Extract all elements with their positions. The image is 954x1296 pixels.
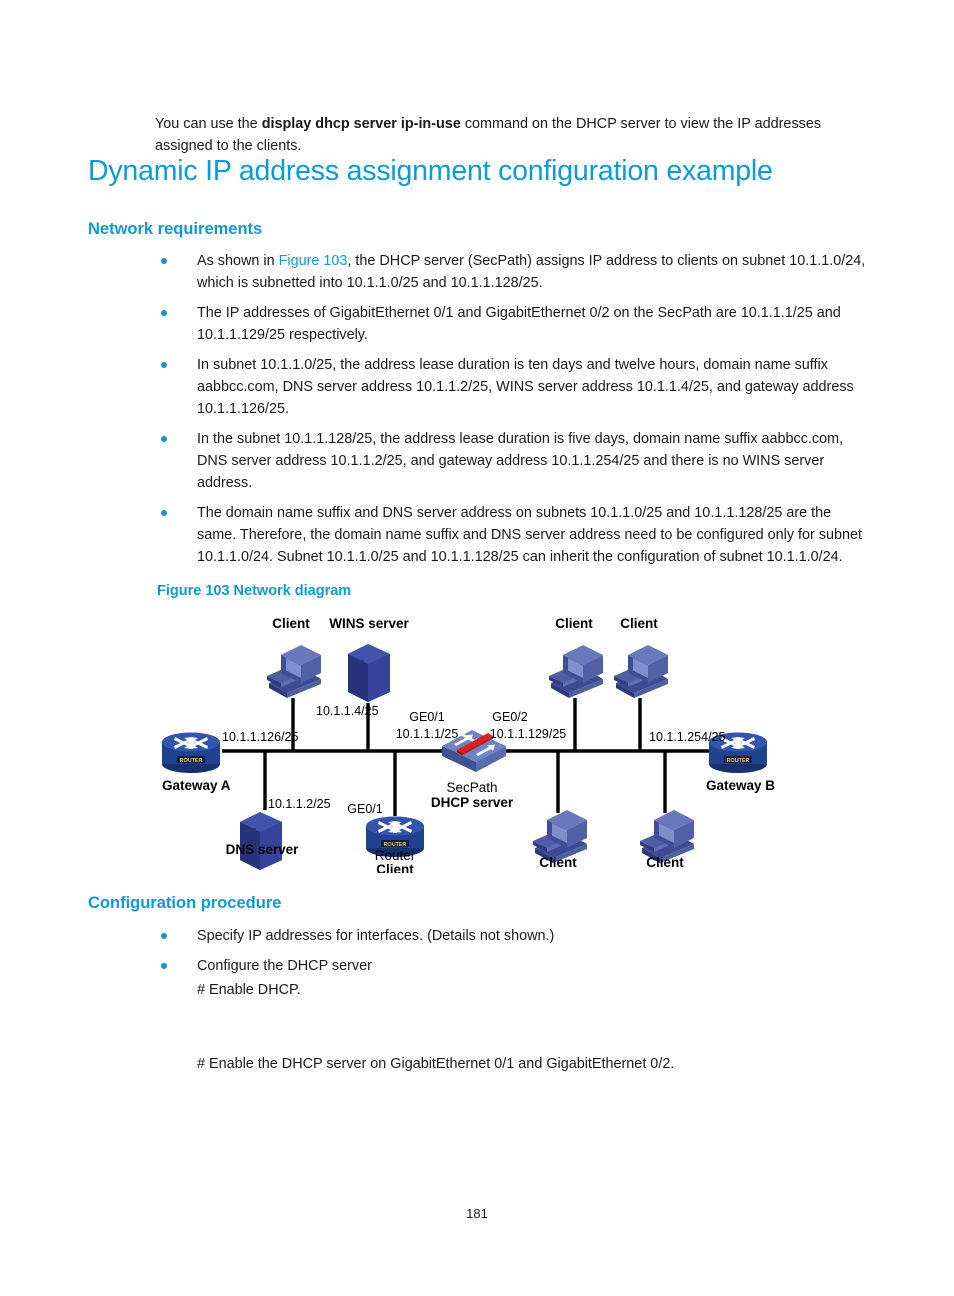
requirement-text: In the subnet 10.1.1.128/25, the address…: [197, 431, 844, 491]
label-wins-server: WINS server: [329, 616, 409, 631]
section-heading-configuration-procedure: Configuration procedure: [88, 894, 282, 912]
figure-caption: Figure 103 Network diagram: [157, 583, 352, 599]
bullet-dot-icon: [161, 436, 167, 442]
requirement-text: The IP addresses of GigabitEthernet 0/1 …: [197, 305, 841, 343]
device-dns-server: [240, 812, 282, 870]
label-ge01-name: GE0/1: [409, 710, 444, 724]
label-router-client-line1: Router: [375, 848, 416, 863]
label-ge02-ip: 10.1.1.129/25: [490, 727, 567, 741]
page-title: Dynamic IP address assignment configurat…: [88, 155, 773, 187]
intro-bold-command: display dhcp server ip-in-use: [261, 116, 461, 133]
bullet-dot-icon: [161, 963, 167, 969]
section-heading-network-requirements: Network requirements: [88, 220, 263, 238]
list-item: Specify IP addresses for interfaces. (De…: [152, 925, 866, 947]
procedure-step-text: Configure the DHCP server: [197, 958, 372, 974]
bullet-dot-icon: [161, 933, 167, 939]
label-gateway-a-ip: 10.1.1.126/25: [222, 730, 299, 744]
label-gateway-a: Gateway A: [162, 778, 231, 793]
intro-paragraph: You can use the display dhcp server ip-i…: [155, 113, 867, 157]
list-item: Configure the DHCP server: [152, 955, 866, 977]
device-client-top-right-1: [549, 645, 603, 698]
label-secpath-line1: SecPath: [446, 780, 497, 795]
command-comment-enable-ge: # Enable the DHCP server on GigabitEther…: [197, 1056, 675, 1072]
requirement-lead: As shown in: [197, 253, 279, 269]
label-client-top-right-2: Client: [620, 616, 658, 631]
list-item: The domain name suffix and DNS server ad…: [152, 502, 866, 568]
bullet-dot-icon: [161, 258, 167, 264]
device-wins-server: [348, 644, 390, 702]
document-page: You can use the display dhcp server ip-i…: [0, 0, 954, 1296]
label-gateway-b: Gateway B: [706, 778, 775, 793]
label-dns-server: DNS server: [226, 842, 300, 857]
label-gateway-b-ip: 10.1.1.254/25: [649, 730, 726, 744]
bullet-dot-icon: [161, 510, 167, 516]
list-item: The IP addresses of GigabitEthernet 0/1 …: [152, 302, 866, 346]
intro-text-before: You can use the: [155, 116, 262, 133]
label-dns-ip: 10.1.1.2/25: [268, 797, 331, 811]
label-ge01-ip: 10.1.1.1/25: [396, 727, 459, 741]
label-wins-ip: 10.1.1.4/25: [316, 704, 379, 718]
label-client-top-right-1: Client: [555, 616, 593, 631]
label-router-client-interface: GE0/1: [347, 802, 382, 816]
bullet-dot-icon: [161, 310, 167, 316]
figure-cross-reference-link[interactable]: Figure 103: [279, 253, 348, 269]
label-client-top-left: Client: [272, 616, 310, 631]
device-client-top-left: [267, 645, 321, 698]
command-comment-enable-dhcp: # Enable DHCP.: [197, 982, 301, 998]
requirement-text: The domain name suffix and DNS server ad…: [197, 505, 863, 565]
label-router-client-line2: Client: [376, 862, 414, 873]
network-requirements-list: As shown in Figure 103, the DHCP server …: [152, 250, 866, 576]
list-item: In the subnet 10.1.1.128/25, the address…: [152, 428, 866, 494]
requirement-text: In subnet 10.1.1.0/25, the address lease…: [197, 357, 854, 417]
device-client-top-right-2: [614, 645, 668, 698]
configuration-procedure-list: Specify IP addresses for interfaces. (De…: [152, 925, 866, 985]
procedure-step-text: Specify IP addresses for interfaces. (De…: [197, 928, 555, 944]
network-diagram: ROUTER Gateway A Gateway B Client WINS s…: [150, 608, 780, 873]
label-secpath-line2: DHCP server: [431, 795, 514, 810]
device-gateway-a: [162, 732, 220, 773]
label-ge02-name: GE0/2: [492, 710, 527, 724]
label-client-bottom-1: Client: [539, 855, 577, 870]
list-item: As shown in Figure 103, the DHCP server …: [152, 250, 866, 294]
label-client-bottom-2: Client: [646, 855, 684, 870]
page-number: 181: [466, 1206, 488, 1221]
list-item: In subnet 10.1.1.0/25, the address lease…: [152, 354, 866, 420]
bullet-dot-icon: [161, 362, 167, 368]
